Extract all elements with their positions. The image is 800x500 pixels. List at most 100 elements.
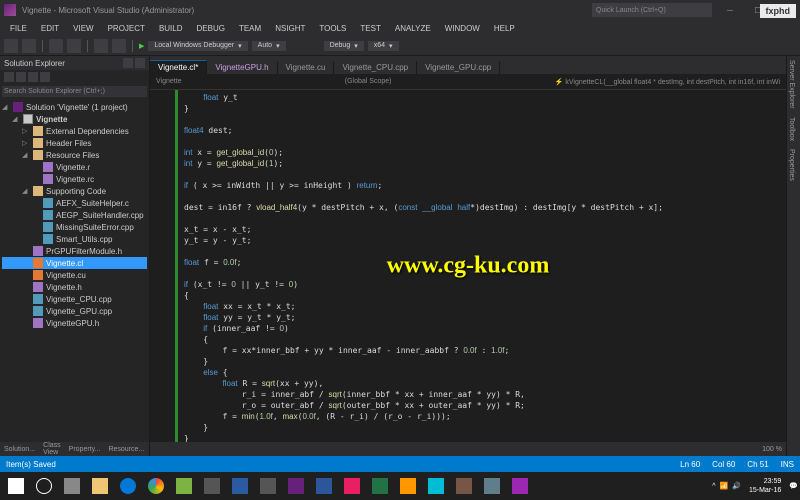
- menu-edit[interactable]: EDIT: [35, 24, 65, 33]
- menu-view[interactable]: VIEW: [67, 24, 99, 33]
- vs-icon: [4, 4, 16, 16]
- menu-test[interactable]: TEST: [354, 24, 386, 33]
- status-line: Ln 60: [680, 460, 700, 469]
- close-panel-icon[interactable]: [135, 58, 145, 68]
- taskview-icon[interactable]: [58, 474, 86, 498]
- crumb-scope[interactable]: Vignette: [156, 78, 182, 85]
- tree-folder[interactable]: ▷External Dependencies: [2, 125, 147, 137]
- tab-vignette-cu[interactable]: Vignette.cu: [278, 61, 335, 74]
- menu-window[interactable]: WINDOW: [439, 24, 486, 33]
- app-icon[interactable]: [478, 474, 506, 498]
- properties-tab[interactable]: Properties: [787, 145, 796, 185]
- tree-file[interactable]: Vignette.cu: [2, 269, 147, 281]
- quick-launch-input[interactable]: Quick Launch (Ctrl+Q): [592, 3, 712, 17]
- vs-window: Vignette - Microsoft Visual Studio (Admi…: [0, 0, 800, 472]
- tree-file[interactable]: Vignette_CPU.cpp: [2, 293, 147, 305]
- platform-select[interactable]: x64▾: [368, 41, 399, 51]
- crumb-function[interactable]: ⚡ kVignetteCL(__global float4 * destImg,…: [555, 78, 780, 86]
- solution-search-input[interactable]: Search Solution Explorer (Ctrl+;): [2, 86, 147, 97]
- save-button[interactable]: [49, 39, 63, 53]
- tab-solution[interactable]: Solution...: [4, 446, 35, 453]
- menu-debug[interactable]: DEBUG: [191, 24, 231, 33]
- debugger-select[interactable]: Local Windows Debugger▾: [148, 41, 247, 51]
- config-select[interactable]: Debug▾: [324, 41, 364, 51]
- crumb-global[interactable]: (Global Scope): [345, 78, 392, 85]
- menu-team[interactable]: TEAM: [233, 24, 267, 33]
- tree-file[interactable]: AEGP_SuiteHandler.cpp: [2, 209, 147, 221]
- menu-build[interactable]: BUILD: [153, 24, 189, 33]
- solution-tree: ◢Solution 'Vignette' (1 project) ◢Vignet…: [0, 99, 149, 442]
- tab-resource[interactable]: Resource...: [108, 446, 144, 453]
- app-icon[interactable]: [254, 474, 282, 498]
- tree-file[interactable]: Vignette.r: [2, 161, 147, 173]
- menu-file[interactable]: FILE: [4, 24, 33, 33]
- tab-vignette-gpu-cpp[interactable]: Vignette_GPU.cpp: [417, 61, 500, 74]
- excel-icon[interactable]: [366, 474, 394, 498]
- vs-taskbar-icon[interactable]: [282, 474, 310, 498]
- home-icon[interactable]: [4, 72, 14, 82]
- tree-file[interactable]: Vignette_GPU.cpp: [2, 305, 147, 317]
- tree-file[interactable]: Vignette.h: [2, 281, 147, 293]
- system-tray[interactable]: ^ 📶 🔊 23:59 15-Mar-16 💬: [712, 477, 798, 495]
- tab-classview[interactable]: Class View: [43, 442, 61, 456]
- edge-icon[interactable]: [114, 474, 142, 498]
- tree-file[interactable]: VignetteGPU.h: [2, 317, 147, 329]
- clock[interactable]: 23:59 15-Mar-16: [745, 477, 785, 495]
- tree-file[interactable]: MissingSuiteError.cpp: [2, 221, 147, 233]
- app-icon[interactable]: [506, 474, 534, 498]
- code-editor[interactable]: float y_t } float4 dest; int x = get_glo…: [150, 90, 786, 442]
- app-icon[interactable]: [226, 474, 254, 498]
- app-icon[interactable]: [338, 474, 366, 498]
- tree-folder[interactable]: ◢Resource Files: [2, 149, 147, 161]
- redo-button[interactable]: [112, 39, 126, 53]
- refresh-icon[interactable]: [16, 72, 26, 82]
- tree-file[interactable]: AEFX_SuiteHelper.c: [2, 197, 147, 209]
- tree-file[interactable]: PrGPUFilterModule.h: [2, 245, 147, 257]
- volume-icon[interactable]: 🔊: [732, 482, 741, 490]
- tree-file[interactable]: Vignette.rc: [2, 173, 147, 185]
- tab-property[interactable]: Property...: [69, 446, 101, 453]
- pin-icon[interactable]: [123, 58, 133, 68]
- tree-file-active[interactable]: Vignette.cl: [2, 257, 147, 269]
- undo-button[interactable]: [94, 39, 108, 53]
- app-icon[interactable]: [198, 474, 226, 498]
- notifications-icon[interactable]: 💬: [789, 482, 798, 490]
- solution-node[interactable]: ◢Solution 'Vignette' (1 project): [2, 101, 147, 113]
- project-node[interactable]: ◢Vignette: [2, 113, 147, 125]
- tree-folder[interactable]: ◢Supporting Code: [2, 185, 147, 197]
- zoom-level[interactable]: 100 %: [762, 446, 782, 453]
- save-all-button[interactable]: [67, 39, 81, 53]
- server-explorer-tab[interactable]: Server Explorer: [787, 56, 796, 113]
- status-left: Item(s) Saved: [6, 460, 56, 469]
- tree-folder[interactable]: ▷Header Files: [2, 137, 147, 149]
- editor-zoom: 100 %: [150, 442, 786, 456]
- menu-analyze[interactable]: ANALYZE: [389, 24, 437, 33]
- app-icon[interactable]: [170, 474, 198, 498]
- nav-back-button[interactable]: [4, 39, 18, 53]
- app-icon[interactable]: [394, 474, 422, 498]
- search-icon[interactable]: [30, 474, 58, 498]
- properties-icon[interactable]: [40, 72, 50, 82]
- word-icon[interactable]: [310, 474, 338, 498]
- collapse-icon[interactable]: [28, 72, 38, 82]
- menu-help[interactable]: HELP: [488, 24, 521, 33]
- toolbox-tab[interactable]: Toolbox: [787, 113, 796, 145]
- tray-up-icon[interactable]: ^: [712, 483, 715, 490]
- tab-vignettegpu-h[interactable]: VignetteGPU.h: [207, 61, 277, 74]
- menu-nsight[interactable]: NSIGHT: [269, 24, 311, 33]
- code-text[interactable]: float y_t } float4 dest; int x = get_glo…: [178, 90, 786, 442]
- menu-tools[interactable]: TOOLS: [313, 24, 352, 33]
- tab-vignette-cl[interactable]: Vignette.cl*: [150, 60, 207, 74]
- nav-fwd-button[interactable]: [22, 39, 36, 53]
- tab-vignette-cpu-cpp[interactable]: Vignette_CPU.cpp: [334, 61, 417, 74]
- auto-select[interactable]: Auto▾: [252, 41, 286, 51]
- app-icon[interactable]: [422, 474, 450, 498]
- explorer-icon[interactable]: [86, 474, 114, 498]
- network-icon[interactable]: 📶: [720, 482, 729, 490]
- app-icon[interactable]: [450, 474, 478, 498]
- tree-file[interactable]: Smart_Utils.cpp: [2, 233, 147, 245]
- minimize-button[interactable]: ─: [720, 6, 740, 15]
- start-button[interactable]: [2, 474, 30, 498]
- chrome-icon[interactable]: [142, 474, 170, 498]
- menu-project[interactable]: PROJECT: [102, 24, 151, 33]
